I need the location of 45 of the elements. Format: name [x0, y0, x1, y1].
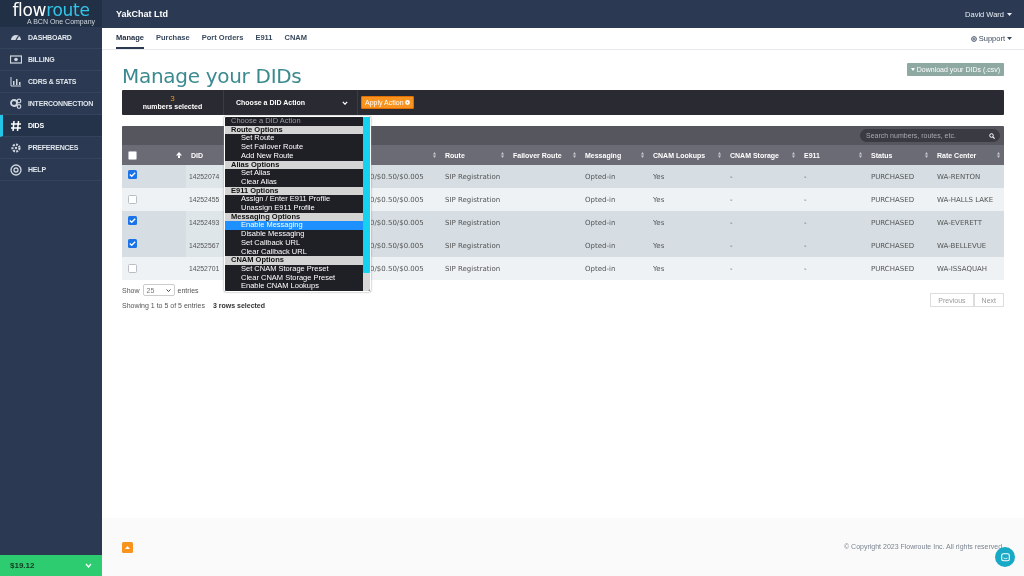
lifebuoy-icon	[970, 35, 977, 42]
lifebuoy-icon	[10, 163, 22, 176]
caret-up-icon	[125, 545, 130, 549]
chat-bubble-icon	[1000, 552, 1010, 562]
checkmark-icon	[129, 240, 136, 246]
sort-icon	[433, 152, 436, 158]
row-checkbox[interactable]	[128, 215, 137, 225]
row-checkbox[interactable]	[128, 238, 137, 248]
bar-chart-icon	[10, 75, 22, 88]
search-icon	[989, 132, 995, 139]
gears-icon	[10, 97, 22, 110]
hash-icon	[10, 119, 22, 132]
caret-icon	[1007, 37, 1012, 40]
arrow-circle-icon	[405, 100, 411, 105]
scrollbar[interactable]	[363, 117, 370, 292]
sort-icon	[925, 152, 928, 158]
selected-count: 3	[170, 95, 175, 103]
chat-button[interactable]	[995, 547, 1015, 567]
sort-icon	[573, 152, 576, 158]
sort-icon	[501, 152, 504, 158]
select-all-checkbox[interactable]	[128, 150, 137, 160]
banknote-icon	[10, 53, 22, 66]
balance-bar[interactable]: $19.12	[0, 555, 102, 576]
chevron-down-icon	[165, 288, 171, 292]
gear-icon	[10, 141, 22, 154]
chevron-down-icon	[85, 563, 92, 568]
row-checkbox[interactable]	[128, 195, 137, 204]
caret-icon	[910, 68, 915, 71]
account-name: YakChat Ltd	[116, 9, 168, 19]
sort-icon	[718, 152, 721, 158]
logo: flowroute	[12, 1, 90, 18]
sort-icon	[859, 152, 862, 158]
row-checkbox[interactable]	[128, 264, 137, 273]
row-checkbox[interactable]	[128, 169, 137, 179]
sort-icon	[997, 152, 1000, 158]
chevron-down-icon	[342, 100, 348, 105]
sort-icon	[792, 152, 795, 158]
scroll-top-button[interactable]	[122, 541, 133, 553]
page-title: Manage your DIDs	[122, 63, 302, 88]
checkmark-icon	[129, 171, 136, 177]
sort-icon	[641, 152, 644, 158]
balance-amount: $19.12	[10, 561, 35, 570]
checkmark-icon	[129, 217, 136, 223]
caret-icon	[1007, 12, 1012, 16]
sort-up-icon	[176, 152, 182, 158]
